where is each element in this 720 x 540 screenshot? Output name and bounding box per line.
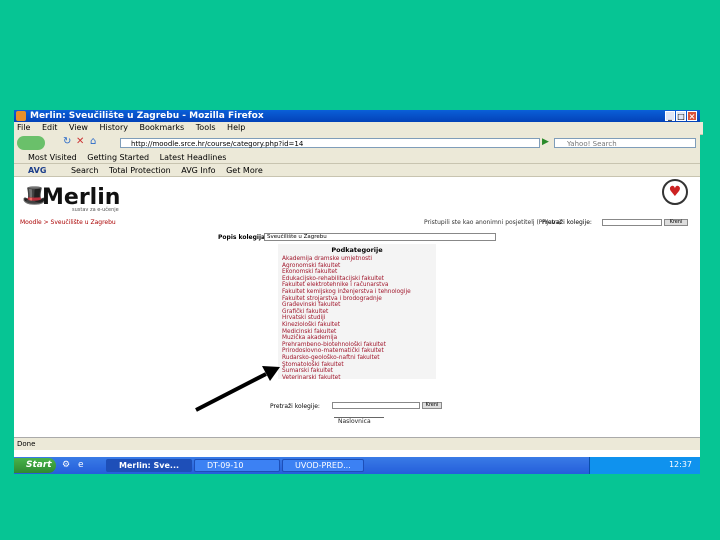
system-tray: 12:37 xyxy=(589,457,700,474)
task-folder[interactable]: DT-09-10 xyxy=(194,459,280,472)
start-button[interactable]: Start xyxy=(14,458,56,473)
quicklaunch-icon[interactable]: ⚙ xyxy=(62,460,70,470)
taskbar: Start ⚙ e Merlin: Sve... DT-09-10 UVOD-P… xyxy=(14,457,700,474)
task-powerpoint[interactable]: UVOD-PRED... xyxy=(282,459,364,472)
task-firefox[interactable]: Merlin: Sve... xyxy=(106,459,192,472)
ie-icon[interactable]: e xyxy=(78,460,84,470)
clock: 12:37 xyxy=(668,460,692,469)
